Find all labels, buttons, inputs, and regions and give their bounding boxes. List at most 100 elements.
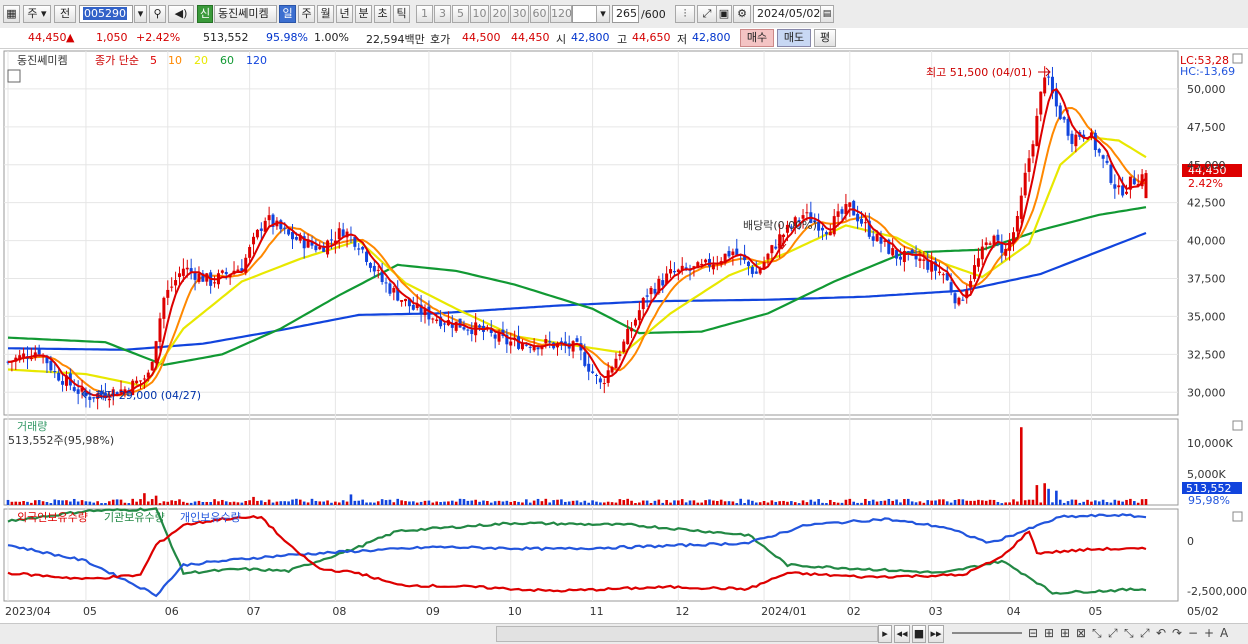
prev-button[interactable]: 전 [54, 5, 76, 23]
forward-icon[interactable]: ▸▸ [928, 625, 944, 643]
candle [1015, 215, 1019, 232]
rewind-icon[interactable]: ◂◂ [894, 625, 910, 643]
tool-icon-9[interactable]: ↷ [1172, 626, 1182, 640]
candle [711, 264, 715, 270]
volume-bar [427, 500, 431, 505]
period-tab-6[interactable]: 틱 [393, 5, 410, 23]
volume-bar [80, 500, 84, 505]
speaker-icon[interactable]: ◀) [168, 5, 194, 23]
volume-bar [914, 502, 918, 505]
code-input[interactable]: 005290 [79, 5, 133, 23]
chart-area[interactable]: 동진쎄미켐 종가 단순 5 10 20 60 120 LC:53,28 HC:-13,69… [0, 49, 1248, 643]
tool-icon-12[interactable]: A [1220, 626, 1228, 640]
volume-close-icon[interactable] [1232, 420, 1243, 431]
gear-icon[interactable]: ⚙ [733, 5, 751, 23]
scroll-right-icon[interactable]: ▸ [878, 625, 892, 643]
search-icon[interactable]: ⚲ [149, 5, 166, 23]
tool-icon-8[interactable]: ↶ [1156, 626, 1166, 640]
tool-icon-3[interactable]: ⊠ [1076, 626, 1086, 640]
volume-bar [1094, 500, 1097, 505]
period-tab-1[interactable]: 주 [298, 5, 315, 23]
count-input[interactable]: 265 [612, 5, 639, 23]
price-close-icon[interactable] [1232, 53, 1243, 64]
candle [197, 273, 201, 282]
candle [645, 295, 649, 297]
tool-icon-2[interactable]: ⊞ [1060, 626, 1070, 640]
candle [162, 297, 166, 319]
candle [1047, 76, 1051, 78]
volume-bar [961, 499, 965, 505]
holdings-close-icon[interactable] [1232, 511, 1243, 522]
code-dropdown-icon[interactable]: ▾ [134, 5, 147, 23]
chart-canvas[interactable]: 동진쎄미켐 종가 단순 5 10 20 60 120 LC:53,28 HC:-13,69… [0, 49, 1248, 623]
tool-icon-5[interactable]: ⤢ [1108, 626, 1118, 641]
x-tick: 03 [929, 605, 943, 618]
tool-icon-4[interactable]: ⤡ [1092, 626, 1102, 641]
candle [220, 270, 224, 273]
period-tab-3[interactable]: 년 [336, 5, 353, 23]
volume-bar [435, 501, 438, 505]
volume-tick: 10,000K [1187, 437, 1233, 450]
candle-icon[interactable]: ⫶ [675, 5, 695, 23]
tool-icon-0[interactable]: ⊟ [1028, 626, 1038, 640]
candle [976, 258, 980, 267]
volume-bar [314, 500, 318, 505]
volume-bar [673, 500, 676, 505]
code-value: 005290 [83, 7, 127, 20]
volume-bar [595, 501, 598, 505]
volume-bar [1090, 501, 1093, 505]
stop-icon[interactable]: ■ [912, 625, 926, 643]
minute-tab-3[interactable]: 3 [434, 5, 451, 23]
tool-icon-1[interactable]: ⊞ [1044, 626, 1054, 640]
new-badge[interactable]: 신 [197, 5, 213, 23]
period-tab-2[interactable]: 월 [317, 5, 334, 23]
sell-button[interactable]: 매도 [777, 29, 811, 47]
volume-bar [41, 501, 45, 505]
volume-bar [104, 503, 107, 505]
candle [922, 259, 926, 261]
table-icon[interactable] [7, 69, 21, 83]
period-tab-0[interactable]: 일 [279, 5, 296, 23]
candle [1043, 77, 1047, 94]
bid-price: 44,450 [511, 31, 550, 44]
candle [466, 329, 470, 331]
volume-bar [719, 499, 723, 505]
minute-tab-30[interactable]: 30 [510, 5, 529, 23]
candle [478, 325, 482, 328]
calendar-icon[interactable]: ▤ [820, 5, 834, 23]
tool-icon-7[interactable]: ⤢ [1140, 626, 1150, 641]
volume-bar [556, 499, 559, 505]
volume-bar [361, 499, 364, 505]
stock-name: 동진쎄미켐 [214, 5, 277, 23]
minute-tab-10[interactable]: 10 [470, 5, 489, 23]
dividend-annotation: 배당락(0.00%) [743, 219, 817, 232]
crosshair-icon[interactable]: ⤢ [697, 5, 717, 23]
period-select[interactable]: 주 ▾ [23, 5, 51, 23]
minute-tab-60[interactable]: 60 [530, 5, 549, 23]
minute-tab-5[interactable]: 5 [452, 5, 469, 23]
candle [661, 280, 665, 286]
navigation-bar: ▸ ◂◂ ■ ▸▸ ⊟ ⊞ ⊞ ⊠ ⤡ ⤢ ⤡ ⤢ ↶ ↷ − + A [0, 623, 1248, 644]
scrollbar[interactable] [496, 626, 878, 642]
volume-bar [953, 499, 957, 505]
candle [1074, 134, 1078, 147]
tool-icon-6[interactable]: ⤡ [1124, 626, 1134, 641]
period-tab-4[interactable]: 분 [355, 5, 372, 23]
zoom-slider[interactable] [952, 632, 1022, 634]
tool-icon-10[interactable]: − [1188, 626, 1198, 640]
volume-bar [797, 503, 801, 505]
minute-dropdown-icon[interactable]: ▾ [596, 5, 610, 23]
minute-tab-20[interactable]: 20 [490, 5, 509, 23]
candle [361, 246, 365, 250]
layout-icon[interactable]: ▦ [3, 5, 20, 23]
minute-tab-1[interactable]: 1 [416, 5, 433, 23]
eval-button[interactable]: 평 [814, 29, 836, 47]
minute-tab-120[interactable]: 120 [550, 5, 572, 23]
change: 1,050 [96, 31, 128, 44]
volume-bar [65, 500, 68, 505]
tool-icon-11[interactable]: + [1204, 626, 1214, 640]
save-icon[interactable]: ▣ [716, 5, 732, 23]
candle [750, 266, 754, 274]
period-tab-5[interactable]: 초 [374, 5, 391, 23]
buy-button[interactable]: 매수 [740, 29, 774, 47]
